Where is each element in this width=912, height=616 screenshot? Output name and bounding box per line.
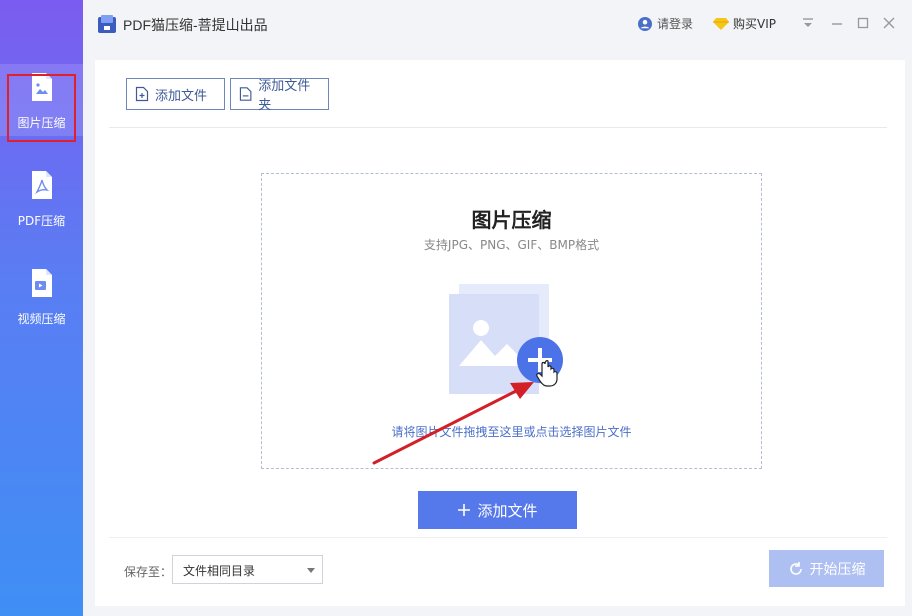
video-file-icon [32,269,52,297]
dropdown-menu-icon[interactable] [799,14,817,32]
add-file-label: 添加文件 [155,88,208,104]
drop-zone-hint: 请将图片文件拖拽至这里或点击选择图片文件 [391,425,632,439]
title-bar: PDF猫压缩-菩提山出品 请登录 购买VIP [83,0,912,48]
add-file-button[interactable]: 添加文件 [126,78,225,110]
sidebar-item-pdf-compress[interactable]: PDF压缩 [0,162,83,234]
login-label: 请登录 [657,17,694,31]
vip-label: 购买VIP [733,17,776,31]
sidebar-item-label: PDF压缩 [17,214,66,228]
image-file-icon [32,73,52,101]
maximize-icon[interactable] [854,14,872,32]
chevron-down-icon [307,568,315,573]
plus-icon [458,504,471,516]
app-logo-icon [98,15,116,33]
sidebar-item-label: 视频压缩 [17,312,66,326]
user-icon [638,16,652,31]
buy-vip-link[interactable]: 购买VIP [713,15,776,32]
login-link[interactable]: 请登录 [638,15,693,32]
drop-zone[interactable]: 图片压缩 支持JPG、PNG、GIF、BMP格式 请将图片文件拖拽至这里或点击选… [261,173,762,469]
save-location-select[interactable]: 文件相同目录 [172,555,323,584]
drop-zone-title: 图片压缩 [471,208,552,232]
add-folder-label: 添加文件夹 [258,79,311,113]
add-folder-icon [239,87,252,101]
sidebar-item-image-compress[interactable]: 图片压缩 [0,64,83,136]
start-compress-button[interactable]: 开始压缩 [769,550,884,587]
drop-zone-subtitle: 支持JPG、PNG、GIF、BMP格式 [423,238,600,252]
app-title: PDF猫压缩-菩提山出品 [123,17,268,33]
sidebar: 图片压缩 PDF压缩 视频压缩 [0,0,83,616]
divider [109,537,887,538]
add-file-primary-label: 添加文件 [477,501,538,520]
diamond-icon [713,18,729,30]
refresh-icon [789,561,802,575]
divider [109,127,887,128]
close-icon[interactable] [880,14,898,32]
sidebar-item-video-compress[interactable]: 视频压缩 [0,260,83,332]
save-location-value: 文件相同目录 [183,564,256,578]
start-compress-label: 开始压缩 [809,561,866,578]
minimize-icon[interactable] [828,14,846,32]
add-folder-button[interactable]: 添加文件夹 [230,78,329,113]
pdf-file-icon [32,171,52,199]
add-file-icon [135,86,149,102]
save-to-label: 保存至： [124,565,173,579]
main-panel: 添加文件 添加文件夹 图片压缩 支持JPG、PNG、GIF、BMP格式 请将图片… [95,60,905,606]
add-file-primary-button[interactable]: 添加文件 [418,491,577,529]
add-image-icon [449,284,563,394]
sidebar-item-label: 图片压缩 [17,116,66,130]
